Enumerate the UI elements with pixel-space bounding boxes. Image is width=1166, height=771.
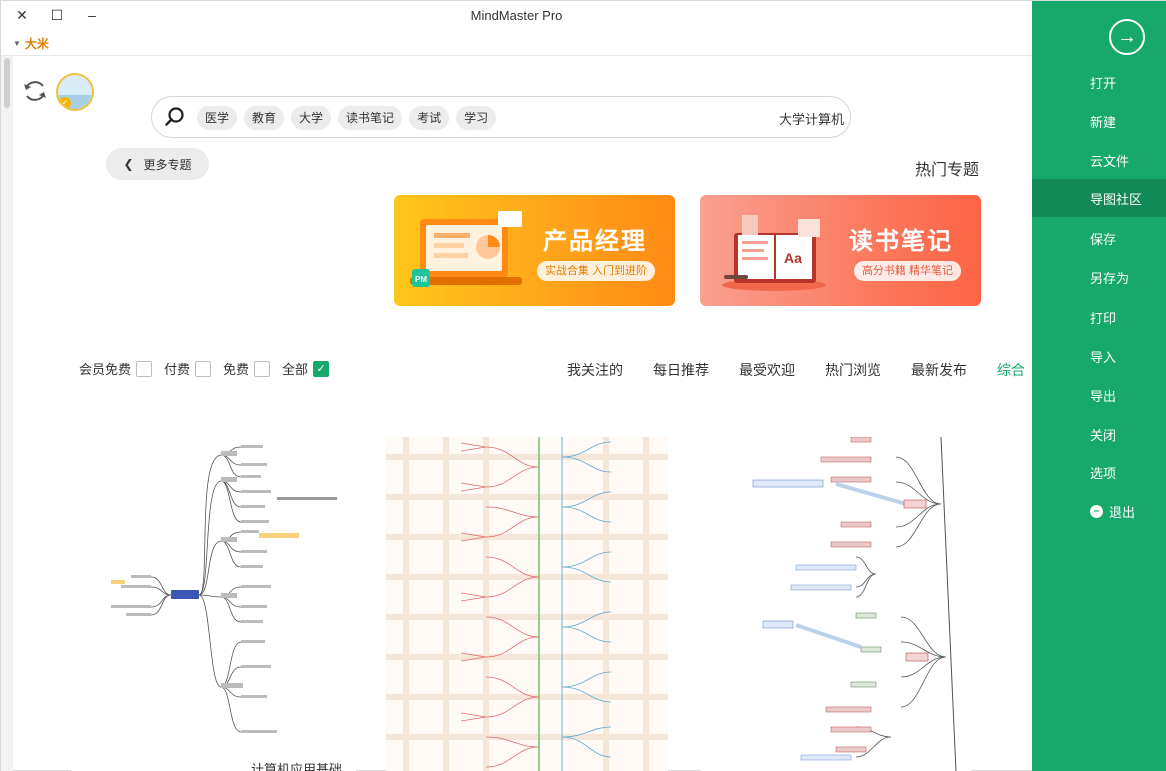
more-topics-button[interactable]: ❮ 更多专题 (106, 148, 209, 180)
banner-subtitle: 高分书籍 精华笔记 (853, 261, 961, 281)
chevron-down-icon: ▼ (13, 39, 21, 48)
filter-label: 付费 (164, 362, 191, 377)
arrow-right-icon[interactable]: → (1109, 19, 1145, 55)
filter-paid[interactable]: 付费 (164, 359, 212, 378)
mindmap-thumbnail (111, 445, 337, 733)
banner-subtitle: 实战合集 入门到进阶 (536, 261, 655, 281)
filter-all[interactable]: 全部 ✓ (282, 359, 330, 378)
banner-title: 产品经理 (543, 228, 647, 255)
more-topics-label: 更多专题 (143, 157, 192, 172)
scrollbar[interactable] (1, 56, 13, 771)
sidebar-item-save[interactable]: 保存 (1032, 219, 1166, 257)
checkbox[interactable] (195, 360, 212, 377)
search-icon[interactable] (164, 106, 186, 128)
tab-comprehensive[interactable]: 综合 (997, 360, 1025, 380)
tab-most-popular[interactable]: 最受欢迎 (739, 360, 795, 380)
sidebar-item-new[interactable]: 新建 (1032, 102, 1166, 140)
checkbox[interactable] (136, 360, 153, 377)
sidebar-item-options[interactable]: 选项 (1032, 453, 1166, 491)
banner-reading-notes[interactable]: Aa 读书笔记 高分书籍 精华笔记 (700, 195, 981, 306)
sidebar-item-open[interactable]: 打开 (1032, 63, 1166, 101)
laptop-illustration-icon: PM (410, 211, 522, 287)
search-tag[interactable]: 学习 (456, 106, 497, 130)
banner-product-manager[interactable]: PM 产品经理 实战合集 入门到进阶 (394, 195, 675, 306)
search-tag[interactable]: 考试 (409, 106, 450, 130)
tab-hot-views[interactable]: 热门浏览 (825, 360, 881, 380)
tab-newest[interactable]: 最新发布 (911, 360, 967, 380)
minus-circle-icon: – (1090, 504, 1103, 518)
banner-badge: PM (415, 275, 427, 284)
tab-following[interactable]: 我关注的 (567, 360, 623, 380)
checkbox-checked[interactable]: ✓ (313, 360, 330, 377)
sidebar-item-export[interactable]: 导出 (1032, 376, 1166, 414)
mindmap-thumbnail (752, 437, 957, 771)
price-filters: 会员免费 付费 免费 全部 ✓ (79, 359, 335, 378)
app-window: ✕ ☐ – MindMaster Pro ▼ 大米 ✓ 医学 教育 大学 读书笔… (0, 0, 1166, 771)
search-tags: 医学 教育 大学 读书笔记 考试 学习 (197, 106, 497, 130)
scroll-thumb[interactable] (4, 58, 10, 108)
window-title: MindMaster Pro (470, 8, 563, 23)
sidebar-item-close[interactable]: 关闭 (1032, 415, 1166, 453)
filter-label: 全部 (282, 362, 309, 377)
search-tag[interactable]: 大学 (291, 106, 332, 130)
search-tag[interactable]: 教育 (244, 106, 285, 130)
search-input[interactable] (724, 108, 844, 128)
sidebar-item-save-as[interactable]: 另存为 (1032, 258, 1166, 296)
filter-member-free[interactable]: 会员免费 (79, 359, 153, 378)
user-menu[interactable]: ▼ 大米 (13, 35, 49, 52)
card-caption: 计算机应用基础 (251, 762, 343, 771)
user-name: 大米 (24, 37, 49, 51)
search-tag[interactable]: 读书笔记 (338, 106, 403, 130)
mindmap-thumbnail (386, 437, 668, 771)
avatar[interactable]: ✓ (56, 73, 94, 111)
search-bar: 医学 教育 大学 读书笔记 考试 学习 (151, 96, 851, 138)
sidebar-item-import[interactable]: 导入 (1032, 337, 1166, 375)
filter-free[interactable]: 免费 (223, 359, 271, 378)
section-title: 热门专题 (914, 162, 979, 179)
sidebar: → 打开 新建 云文件 导图社区 保存 另存为 打印 导入 导出 关闭 选项 –… (1032, 1, 1166, 771)
checkbox[interactable] (254, 360, 271, 377)
book-illustration-icon: Aa (722, 215, 826, 291)
mindmap-card[interactable] (71, 437, 356, 771)
tab-daily-recommend[interactable]: 每日推荐 (653, 360, 709, 380)
sort-tabs: 我关注的 每日推荐 最受欢迎 热门浏览 最新发布 综合 全部 (567, 360, 1083, 380)
chevron-left-icon: ❮ (123, 157, 134, 171)
sidebar-item-exit[interactable]: – 退出 (1032, 492, 1166, 530)
divider (1, 55, 1032, 56)
sidebar-item-cloud-files[interactable]: 云文件 (1032, 141, 1166, 179)
title-bar: ✕ ☐ – MindMaster Pro (1, 1, 1032, 31)
sidebar-item-print[interactable]: 打印 (1032, 298, 1166, 336)
banner-title: 读书笔记 (849, 228, 953, 255)
refresh-icon[interactable] (21, 77, 49, 105)
search-tag[interactable]: 医学 (197, 106, 238, 130)
filter-label: 会员免费 (79, 362, 132, 377)
banner-badge: Aa (784, 250, 802, 266)
mindmap-card[interactable] (701, 437, 971, 771)
filter-label: 免费 (223, 362, 250, 377)
sidebar-item-label: 退出 (1109, 504, 1136, 520)
vip-badge-icon: ✓ (59, 97, 71, 109)
mindmap-card[interactable] (386, 437, 668, 771)
sidebar-item-community[interactable]: 导图社区 (1032, 179, 1166, 217)
